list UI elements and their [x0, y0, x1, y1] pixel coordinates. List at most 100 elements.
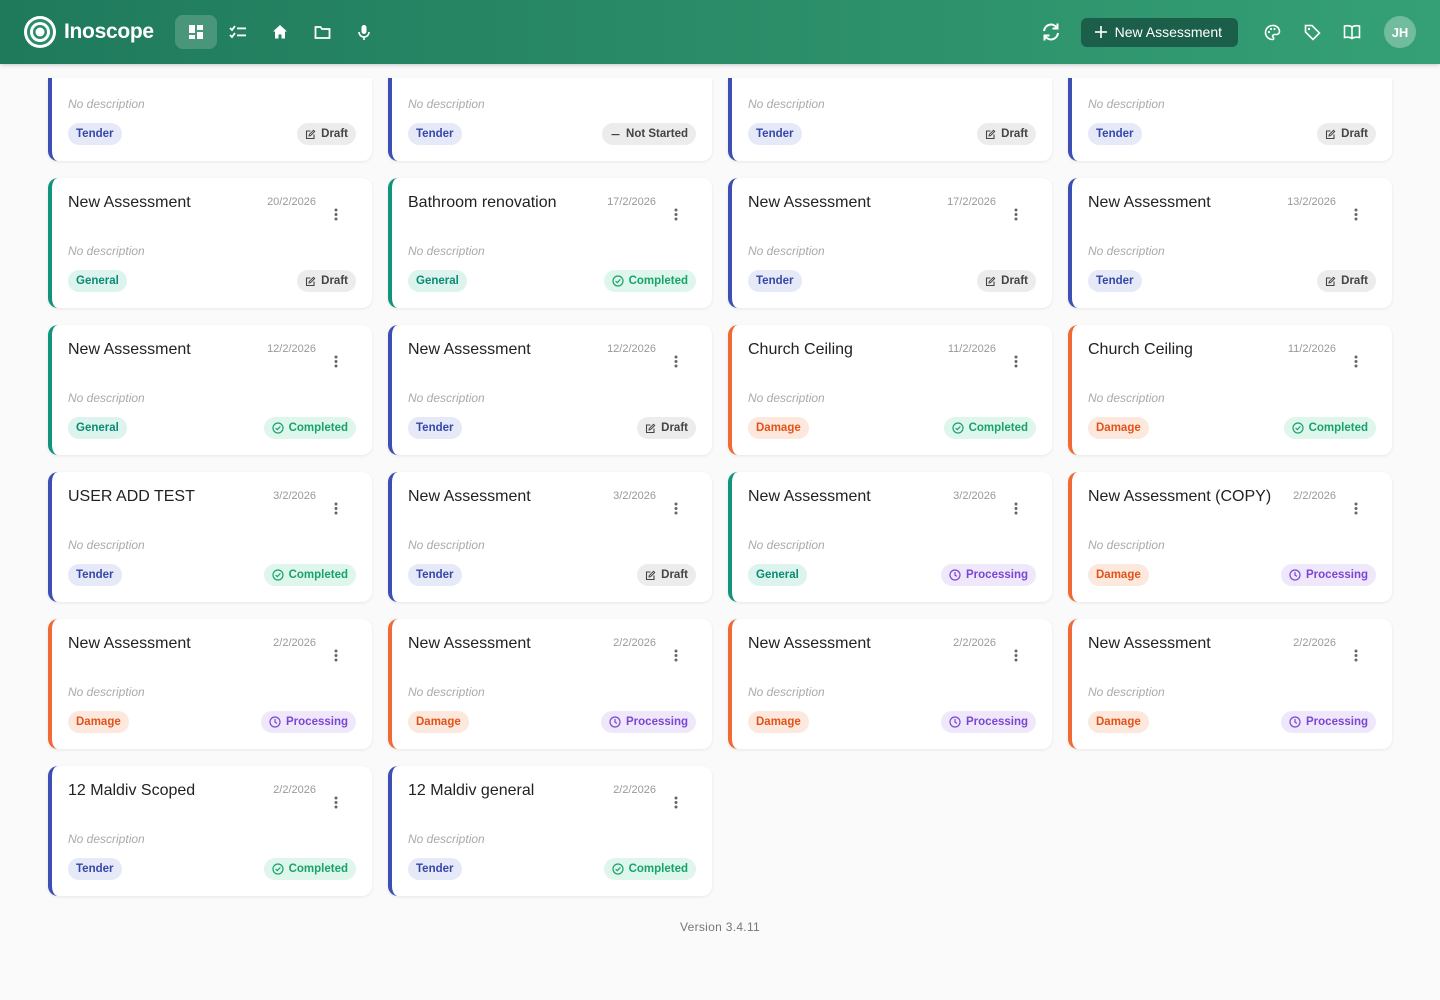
card-menu-button[interactable] [1008, 645, 1024, 665]
card-date: 12/2/2026 [267, 343, 316, 355]
status-label: Draft [321, 275, 348, 287]
more-vertical-icon [1014, 502, 1018, 514]
assessment-card[interactable]: New Assessment 12/2/2026 No description Ten… [388, 325, 712, 455]
more-vertical-icon [674, 355, 678, 367]
assessment-card[interactable]: New Assessment 2/2/2026 No description Dama… [1068, 619, 1392, 749]
assessment-grid: No description Tender Draft No description T… [48, 78, 1392, 896]
assessment-card[interactable]: 12 Maldiv Scoped 2/2/2026 No description Te… [48, 766, 372, 896]
status-badge: Processing [1281, 711, 1376, 733]
assessment-card[interactable]: New Assessment 20/2/2026 No description Gen… [48, 178, 372, 308]
status-badge: Draft [977, 123, 1036, 145]
type-badge: Damage [1088, 564, 1149, 586]
type-badge: Damage [68, 711, 129, 733]
card-description: No description [748, 538, 825, 552]
assessment-card[interactable]: New Assessment 2/2/2026 No description Dama… [48, 619, 372, 749]
card-description: No description [408, 97, 485, 111]
nav-checklist[interactable] [217, 15, 259, 49]
card-menu-button[interactable] [1348, 645, 1364, 665]
card-menu-button[interactable] [668, 351, 684, 371]
card-description: No description [408, 685, 485, 699]
card-menu-button[interactable] [328, 792, 344, 812]
folder-icon [314, 25, 330, 39]
status-badge: Draft [1317, 123, 1376, 145]
card-menu-button[interactable] [668, 204, 684, 224]
card-description: No description [1088, 391, 1165, 405]
assessment-card[interactable]: No description Tender Draft [1068, 78, 1392, 161]
status-badge: Draft [297, 270, 356, 292]
type-badge: Damage [748, 417, 809, 439]
status-label: Draft [1001, 275, 1028, 287]
assessment-card[interactable]: New Assessment 12/2/2026 No description Gen… [48, 325, 372, 455]
assessment-card[interactable]: New Assessment 2/2/2026 No description Dama… [388, 619, 712, 749]
nav-dashboard[interactable] [175, 15, 217, 49]
card-menu-button[interactable] [1008, 204, 1024, 224]
app-logo[interactable]: Inoscope [24, 16, 154, 48]
card-title: USER ADD TEST [68, 488, 195, 505]
card-date: 3/2/2026 [613, 490, 656, 502]
card-title: Church Ceiling [1088, 341, 1193, 358]
card-description: No description [68, 97, 145, 111]
status-badge: Completed [603, 858, 696, 880]
new-assessment-button[interactable]: New Assessment [1080, 17, 1238, 47]
card-menu-button[interactable] [328, 645, 344, 665]
tags-button[interactable] [1292, 15, 1332, 49]
edit-icon [985, 129, 996, 140]
nav-folder[interactable] [301, 15, 343, 49]
card-menu-button[interactable] [1348, 498, 1364, 518]
edit-icon [985, 276, 996, 287]
microphone-icon [358, 24, 370, 40]
card-menu-button[interactable] [668, 498, 684, 518]
card-menu-button[interactable] [668, 792, 684, 812]
status-label: Not Started [626, 128, 688, 140]
clock-icon [609, 716, 621, 728]
card-menu-button[interactable] [1348, 351, 1364, 371]
card-menu-button[interactable] [328, 204, 344, 224]
assessment-card[interactable]: New Assessment 3/2/2026 No description Tend… [388, 472, 712, 602]
card-date: 3/2/2026 [273, 490, 316, 502]
type-badge: General [408, 270, 467, 292]
more-vertical-icon [1014, 355, 1018, 367]
status-label: Completed [1308, 422, 1368, 434]
nav-home[interactable] [259, 15, 301, 49]
card-description: No description [408, 832, 485, 846]
card-menu-button[interactable] [668, 645, 684, 665]
card-menu-button[interactable] [1008, 351, 1024, 371]
assessment-card[interactable]: No description Tender Draft [48, 78, 372, 161]
assessment-card[interactable]: No description Tender Draft [728, 78, 1052, 161]
card-menu-button[interactable] [1008, 498, 1024, 518]
card-title: Church Ceiling [748, 341, 853, 358]
theme-button[interactable] [1252, 15, 1292, 49]
nav-voice[interactable] [343, 15, 385, 49]
assessment-card[interactable]: 12 Maldiv general 2/2/2026 No description T… [388, 766, 712, 896]
status-badge: Completed [263, 564, 356, 586]
assessment-card[interactable]: New Assessment 3/2/2026 No description Gene… [728, 472, 1052, 602]
assessment-card[interactable]: USER ADD TEST 3/2/2026 No description Tende… [48, 472, 372, 602]
card-title: 12 Maldiv general [408, 782, 535, 799]
status-label: Processing [286, 716, 348, 728]
card-date: 20/2/2026 [267, 196, 316, 208]
assessment-card[interactable]: New Assessment 13/2/2026 No description Ten… [1068, 178, 1392, 308]
assessment-card[interactable]: No description Tender Not Started [388, 78, 712, 161]
card-title: Bathroom renovation [408, 194, 557, 211]
assessment-card[interactable]: Bathroom renovation 17/2/2026 No descripti… [388, 178, 712, 308]
sync-button[interactable] [1031, 15, 1071, 49]
docs-button[interactable] [1332, 15, 1372, 49]
clock-icon [269, 716, 281, 728]
status-label: Draft [1341, 275, 1368, 287]
more-vertical-icon [674, 502, 678, 514]
assessment-card[interactable]: New Assessment (COPY) 2/2/2026 No descript… [1068, 472, 1392, 602]
card-menu-button[interactable] [328, 351, 344, 371]
assessment-card[interactable]: Church Ceiling 11/2/2026 No description Dam… [1068, 325, 1392, 455]
check-circle-icon [611, 863, 624, 875]
status-badge: Completed [1283, 417, 1376, 439]
type-badge: Tender [1088, 270, 1142, 292]
card-menu-button[interactable] [328, 498, 344, 518]
status-label: Processing [1306, 716, 1368, 728]
more-vertical-icon [334, 502, 338, 514]
assessment-card[interactable]: New Assessment 2/2/2026 No description Dama… [728, 619, 1052, 749]
card-menu-button[interactable] [1348, 204, 1364, 224]
assessment-card[interactable]: Church Ceiling 11/2/2026 No description Dam… [728, 325, 1052, 455]
user-avatar[interactable]: JH [1384, 16, 1416, 48]
more-vertical-icon [334, 355, 338, 367]
assessment-card[interactable]: New Assessment 17/2/2026 No description Ten… [728, 178, 1052, 308]
